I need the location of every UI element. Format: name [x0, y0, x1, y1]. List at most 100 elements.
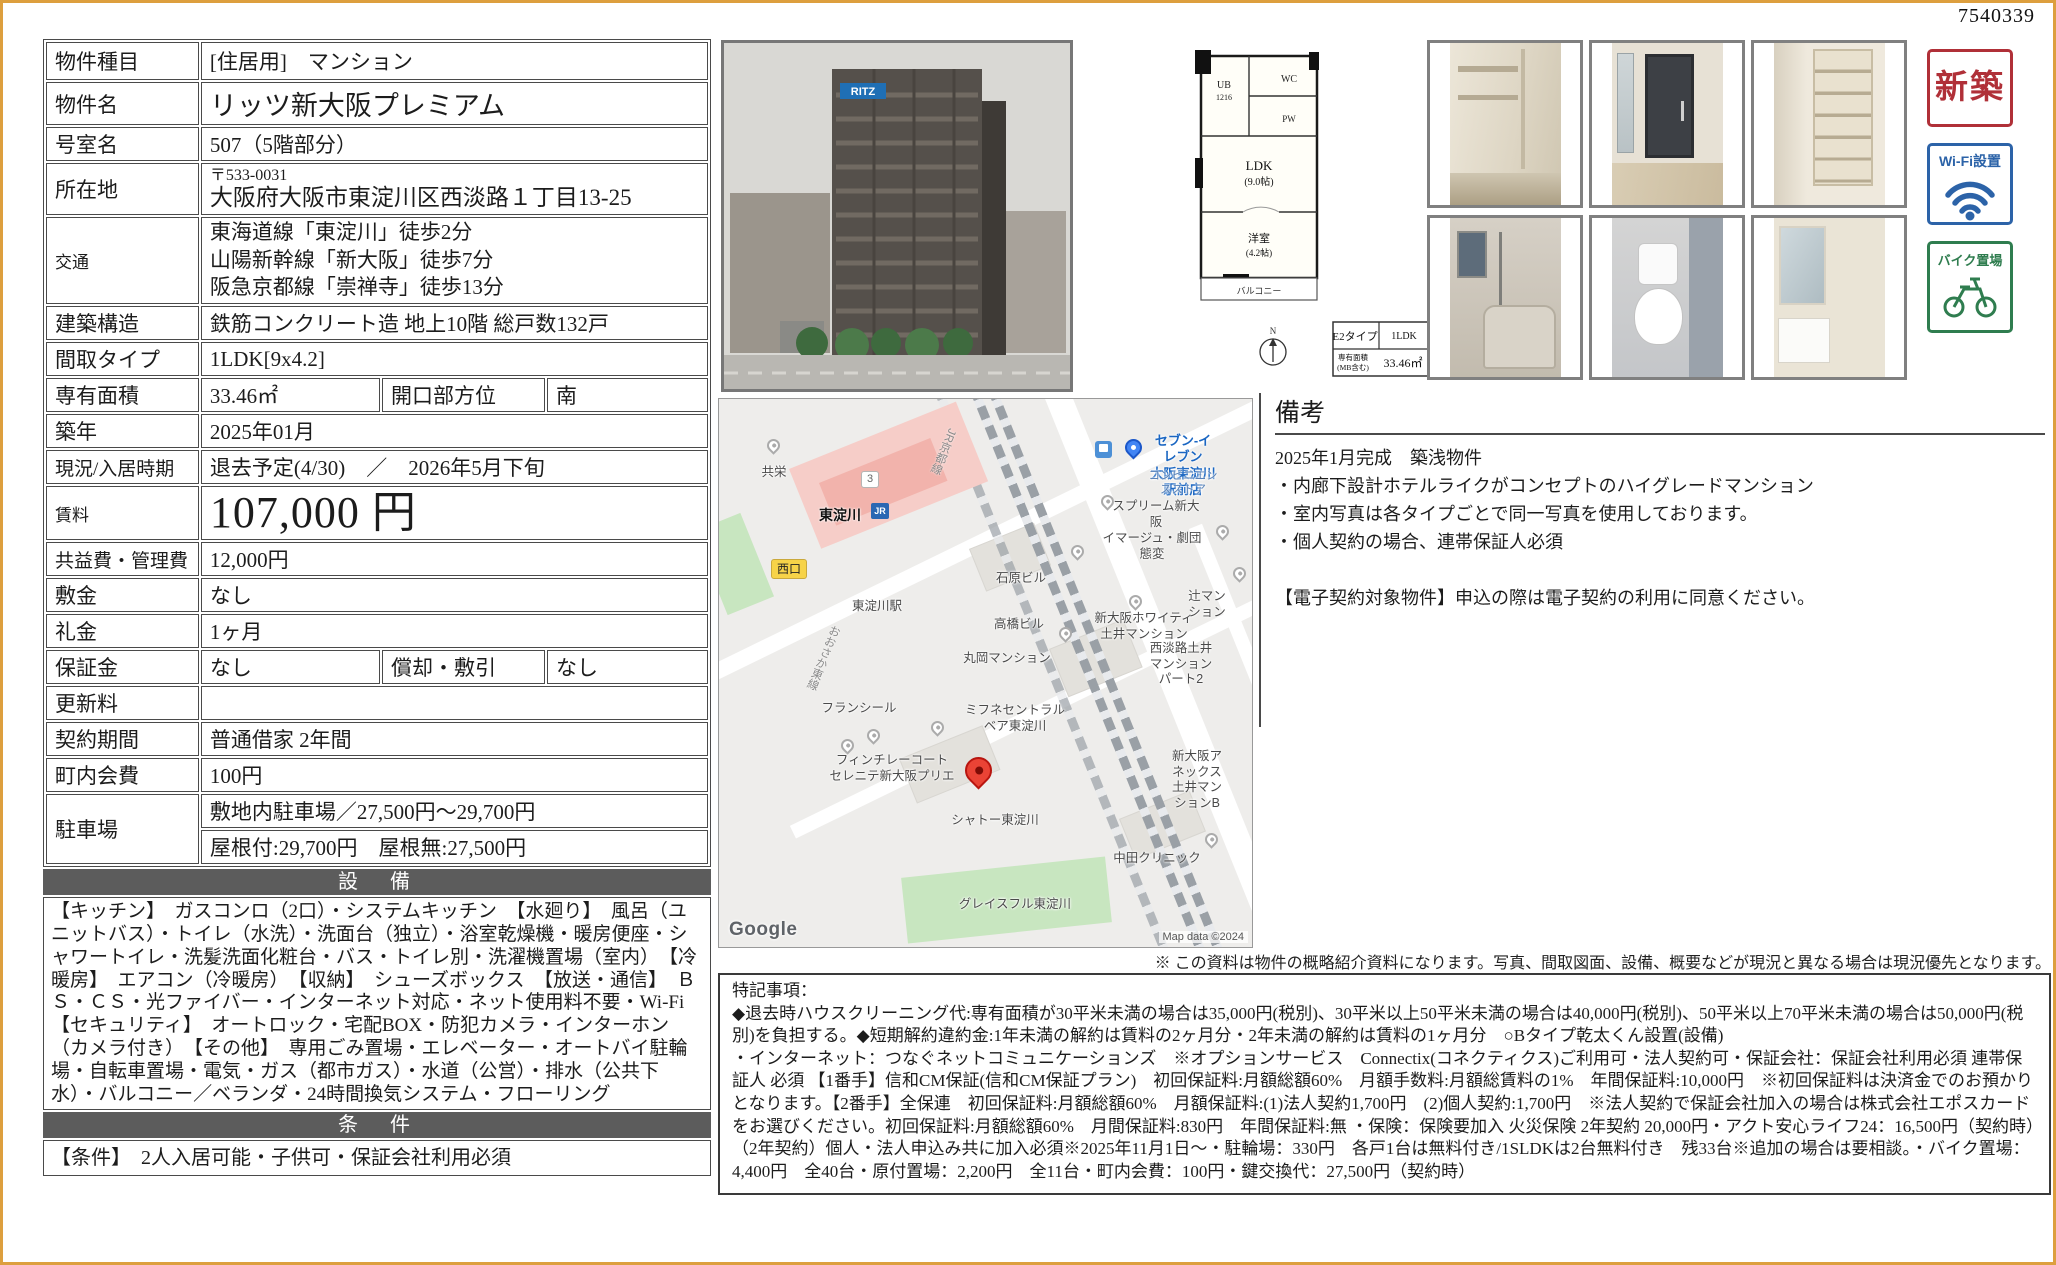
map-label: フランシール: [821, 701, 896, 717]
row-guarantee: 保証金なし償却・敷引なし: [46, 650, 708, 684]
row-label-2: 開口部方位: [382, 378, 545, 412]
remarks-line-econtract: 【電子契約対象物件】申込の際は電子契約の利用に同意ください。: [1275, 585, 2045, 613]
remarks-line: 2025年1月完成 築浅物件: [1275, 445, 2045, 473]
map-label: 東淀川駅: [852, 599, 902, 615]
row-value: [住居用] マンション: [201, 42, 708, 80]
label-unit-bath-size: 1216: [1216, 93, 1232, 102]
equipment-section-header: 設 備: [43, 869, 711, 895]
remarks-line: ・室内写真は各タイプごとで同一写真を使用しております。: [1275, 501, 2045, 529]
west-exit-label: 西口: [771, 559, 807, 579]
route-number-shield: 3: [861, 471, 879, 488]
remarks-line: ・個人契約の場合、連帯保証人必須: [1275, 529, 2045, 557]
map-label: イマージュ・劇団態変: [1102, 531, 1202, 562]
remarks-divider: [1275, 433, 2045, 435]
row-rent: 賃料107,000 円: [46, 486, 708, 540]
station-name-label: 東淀川: [819, 505, 861, 525]
row-label: 保証金: [46, 650, 199, 684]
property-spec-column: 物件種目[住居用] マンション 物件名リッツ新大阪プレミアム 号室名507（5階…: [43, 39, 711, 1176]
row-neighborhood-fee: 町内会費100円: [46, 758, 708, 792]
row-label: 敷金: [46, 578, 199, 612]
label-unit-layout: 1LDK: [1391, 331, 1417, 342]
label-ldk: LDK: [1246, 158, 1273, 173]
row-address: 所在地〒533-0031大阪府大阪市東淀川区西淡路１丁目13-25: [46, 163, 708, 215]
map-pin: [838, 736, 856, 754]
row-value: 退去予定(4/30) ／ 2026年5月下旬: [201, 450, 708, 484]
row-floor-area: 専有面積33.46㎡開口部方位南: [46, 378, 708, 412]
photo-washstand: [1751, 215, 1907, 380]
map-label: 新大阪アネックス 土井マンションB: [1170, 749, 1225, 812]
row-value: [201, 686, 708, 720]
row-label: 更新料: [46, 686, 199, 720]
map-green-area: [718, 513, 774, 615]
row-value: 12,000円: [201, 542, 708, 576]
label-unit-type: E2タイプ: [1332, 330, 1377, 343]
photo-closet-image: [1450, 43, 1561, 205]
label-unit-bath: UB: [1217, 80, 1231, 91]
row-label: 現況/入居時期: [46, 450, 199, 484]
map-label: ミフネセントラル ベア東淀川: [965, 703, 1065, 734]
row-property-name: 物件名リッツ新大阪プレミアム: [46, 82, 708, 125]
postal-code: 〒533-0031: [210, 167, 699, 185]
map-pin: [928, 718, 946, 736]
compass-icon: N: [1260, 326, 1286, 365]
row-common-fee: 共益費・管理費12,000円: [46, 542, 708, 576]
rent-amount: 107,000 円: [201, 486, 708, 540]
property-flyer-page: 7540339 物件種目[住居用] マンション 物件名リッツ新大阪プレミアム 号…: [0, 0, 2056, 1265]
special-notes-title: 特記事項：: [732, 980, 2037, 1003]
conditions-section-header: 条 件: [43, 1112, 711, 1138]
compass-north-label: N: [1270, 326, 1277, 336]
row-value: 東海道線「東淀川」徒歩2分 山陽新幹線「新大阪」徒歩7分 阪急京都線「崇禅寺」徒…: [201, 217, 708, 304]
photo-bathroom: [1427, 215, 1583, 380]
row-value: リッツ新大阪プレミアム: [201, 82, 708, 125]
new-construction-badge: 新築: [1927, 49, 2013, 127]
wifi-installed-badge: Wi-Fi設置: [1927, 143, 2013, 225]
map-label: 西淡路土井 マンションパート2: [1146, 641, 1217, 688]
label-bedroom: 洋室: [1248, 231, 1270, 245]
label-wc: WC: [1281, 74, 1297, 85]
remarks-line: ・内廊下設計ホテルライクがコンセプトのハイグレードマンション: [1275, 473, 2045, 501]
row-value: 〒533-0031大阪府大阪市東淀川区西淡路１丁目13-25: [201, 163, 708, 215]
row-contract-term: 契約期間普通借家 2年間: [46, 722, 708, 756]
row-label: 所在地: [46, 163, 199, 215]
row-parking: 駐車場敷地内駐車場／27,500円〜29,700円: [46, 794, 708, 828]
row-label-2: 償却・敷引: [382, 650, 545, 684]
special-notes-body: ◆退去時ハウスクリーニング代:専有面積が30平米未満の場合は35,000円(税別…: [732, 1003, 2037, 1184]
label-pw: PW: [1282, 114, 1296, 124]
parking-price-range: 敷地内駐車場／27,500円〜29,700円: [201, 794, 708, 828]
row-label: 築年: [46, 414, 199, 448]
label-area-caption: 専有面積: [1338, 352, 1368, 362]
row-value: なし: [201, 578, 708, 612]
row-label: 礼金: [46, 614, 199, 648]
map-label: 中田クリニック: [1113, 851, 1201, 867]
map-pin: [1230, 564, 1248, 582]
motorcycle-icon: [1938, 269, 2002, 321]
row-label: 駐車場: [46, 794, 199, 864]
row-property-type: 物件種目[住居用] マンション: [46, 42, 708, 80]
row-status: 現況/入居時期退去予定(4/30) ／ 2026年5月下旬: [46, 450, 708, 484]
row-built-year: 築年2025年01月: [46, 414, 708, 448]
photo-entrance-image: [1612, 43, 1723, 205]
row-layout-type: 間取タイプ1LDK[9x4.2]: [46, 342, 708, 376]
row-key-money: 礼金1ヶ月: [46, 614, 708, 648]
jr-logo: JR: [871, 503, 889, 519]
row-label: 専有面積: [46, 378, 199, 412]
floor-plan-drawing: UB 1216 WC PW LDK (9.0帖) 洋室 (4.2帖) バルコニー…: [1083, 40, 1435, 392]
row-value: なし: [201, 650, 380, 684]
row-label: 交通: [46, 217, 199, 304]
map-label: コンビニエンスストア: [1149, 469, 1218, 498]
map-pin: [1213, 522, 1231, 540]
transit-station-icon: [1095, 441, 1112, 458]
label-area-caption-2: (MB含む): [1337, 362, 1369, 372]
wifi-icon: [1942, 171, 1998, 221]
equipment-text: 【キッチン】 ガスコンロ（2口）・システムキッチン 【水廻り】 風呂（ユニットバ…: [43, 897, 711, 1110]
map-label: フィンチレーコート セレニテ新大阪プリエ: [829, 753, 954, 784]
row-value: 100円: [201, 758, 708, 792]
unit-type-info-box: E2タイプ 1LDK 専有面積 (MB含む) 33.46㎡: [1332, 322, 1429, 376]
parking-price-detail: 屋根付:29,700円 屋根無:27,500円: [201, 830, 708, 864]
label-bedroom-size: (4.2帖): [1246, 247, 1272, 258]
row-value: 鉄筋コンクリート造 地上10階 総戸数132戸: [201, 306, 708, 340]
map-label: 石原ビル: [996, 571, 1046, 587]
map-label: スプリーム新大阪: [1108, 499, 1204, 530]
conditions-text: 【条件】 2人入居可能・子供可・保証会社利用必須: [43, 1140, 711, 1176]
special-notes-box: 特記事項： ◆退去時ハウスクリーニング代:専有面積が30平米未満の場合は35,0…: [718, 973, 2051, 1195]
